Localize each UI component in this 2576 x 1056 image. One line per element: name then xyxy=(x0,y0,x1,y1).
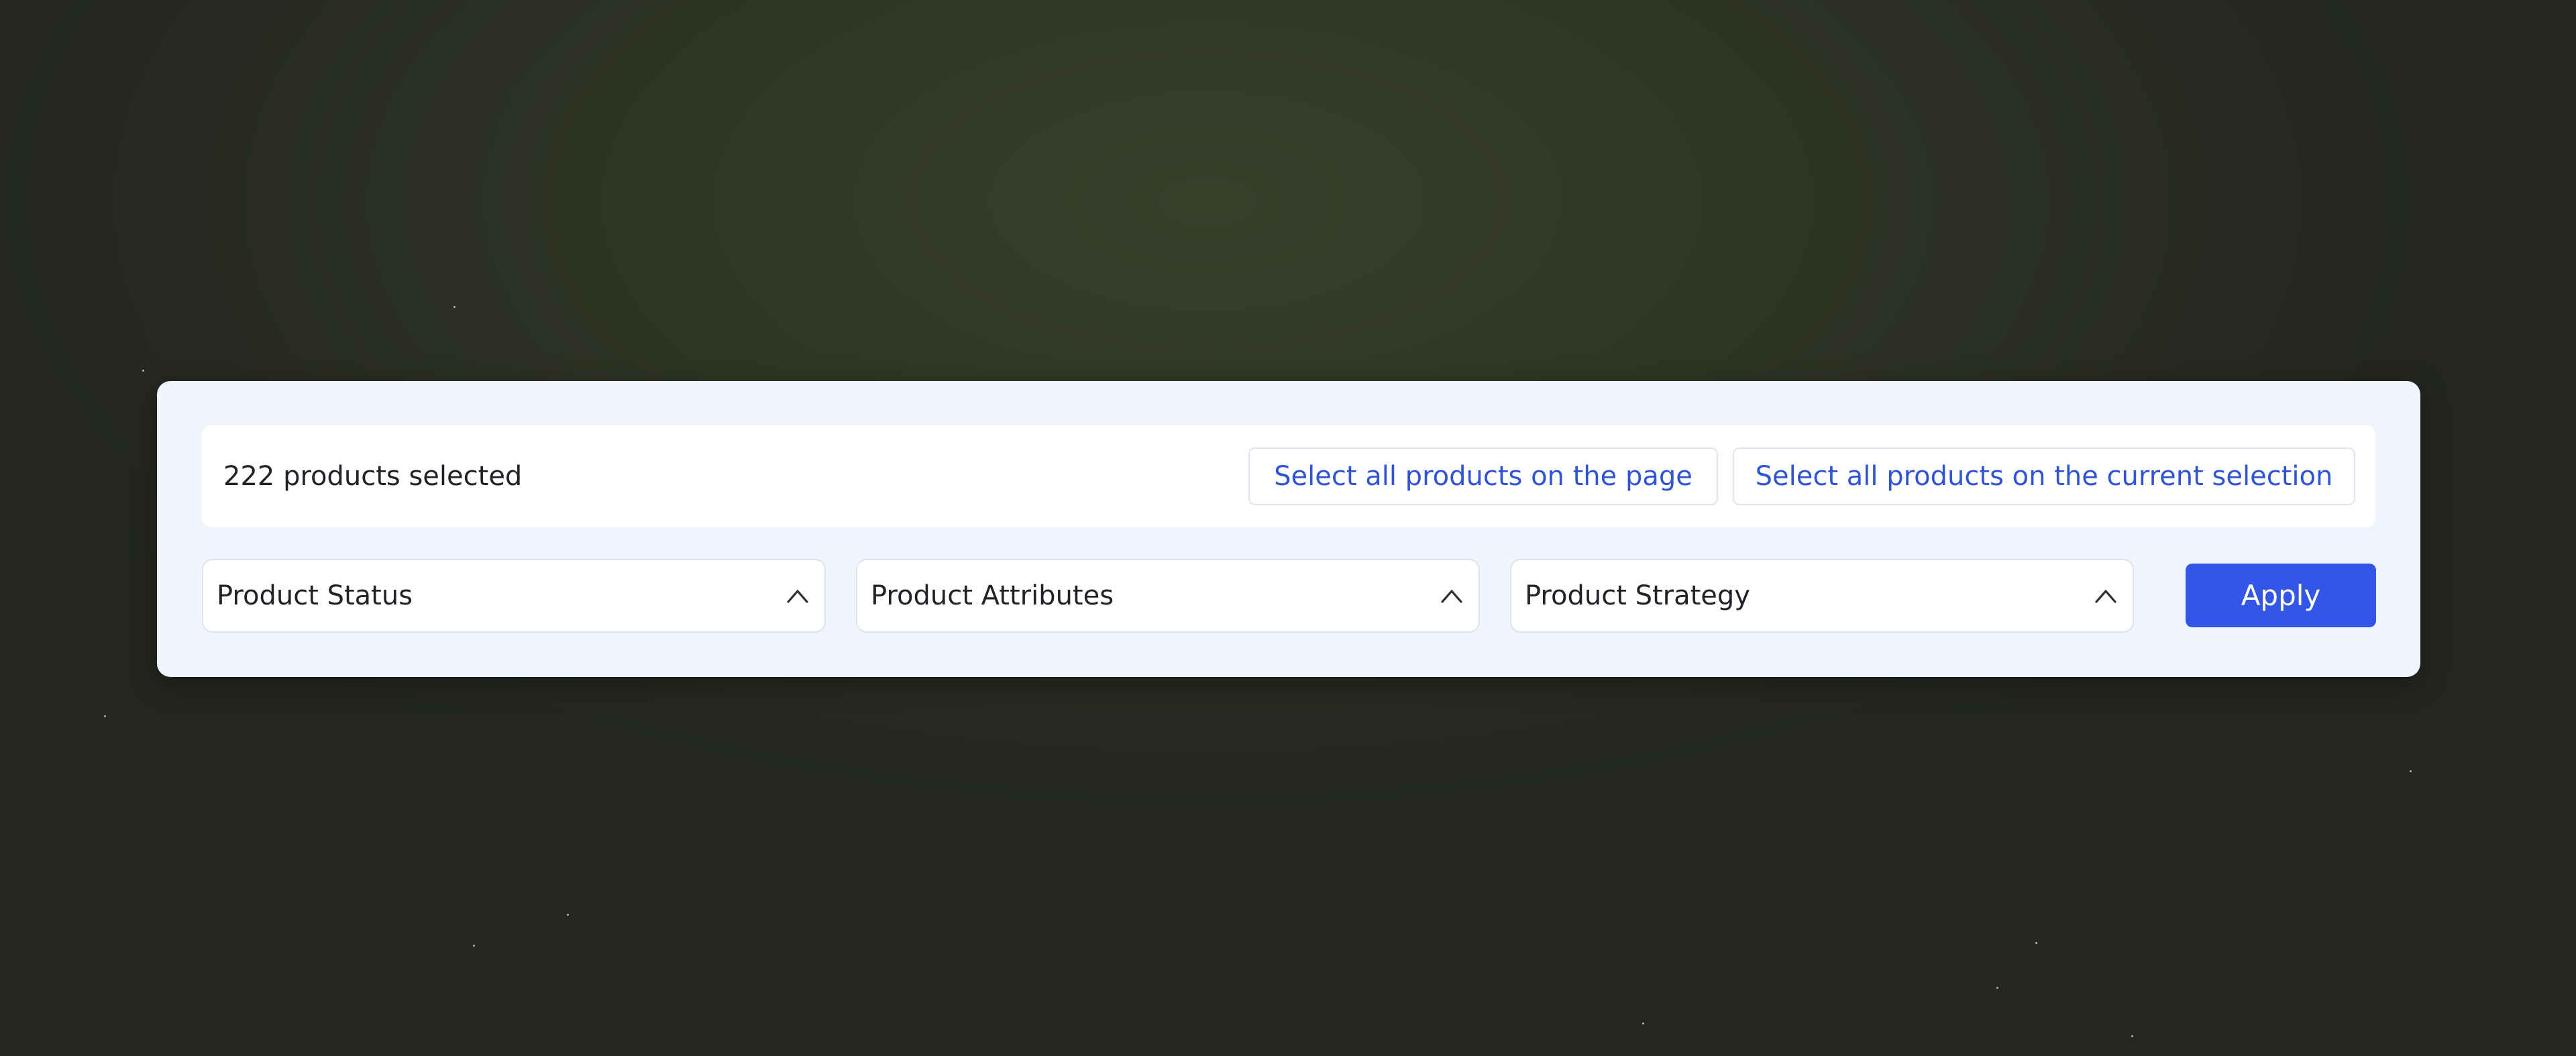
selected-count: 222 products selected xyxy=(223,461,523,492)
chevron-up-icon xyxy=(1441,590,1462,603)
chevron-up-icon xyxy=(787,590,808,603)
product-strategy-dropdown[interactable]: Product Strategy xyxy=(1510,559,2134,633)
dropdown-label: Product Strategy xyxy=(1525,580,1750,611)
chevron-up-icon xyxy=(2095,590,2116,603)
background-star xyxy=(2035,942,2037,944)
background-star xyxy=(473,945,475,947)
bulk-action-panel: 222 products selected Select all product… xyxy=(157,381,2420,677)
background-star xyxy=(453,306,455,308)
background-star xyxy=(2131,1035,2133,1037)
background-star xyxy=(567,914,569,916)
dropdown-label: Product Attributes xyxy=(871,580,1114,611)
selection-bar: 222 products selected Select all product… xyxy=(202,425,2375,527)
background-star xyxy=(104,715,106,717)
select-all-page-button[interactable]: Select all products on the page xyxy=(1248,447,1718,505)
product-attributes-dropdown[interactable]: Product Attributes xyxy=(856,559,1480,633)
background-star xyxy=(1642,1022,1644,1024)
dropdown-label: Product Status xyxy=(217,580,413,611)
select-all-current-selection-button[interactable]: Select all products on the current selec… xyxy=(1733,447,2355,505)
background-star xyxy=(2410,770,2412,772)
apply-button[interactable]: Apply xyxy=(2186,564,2376,627)
product-status-dropdown[interactable]: Product Status xyxy=(202,559,826,633)
background-star xyxy=(1996,987,1998,989)
background-star xyxy=(142,370,144,372)
